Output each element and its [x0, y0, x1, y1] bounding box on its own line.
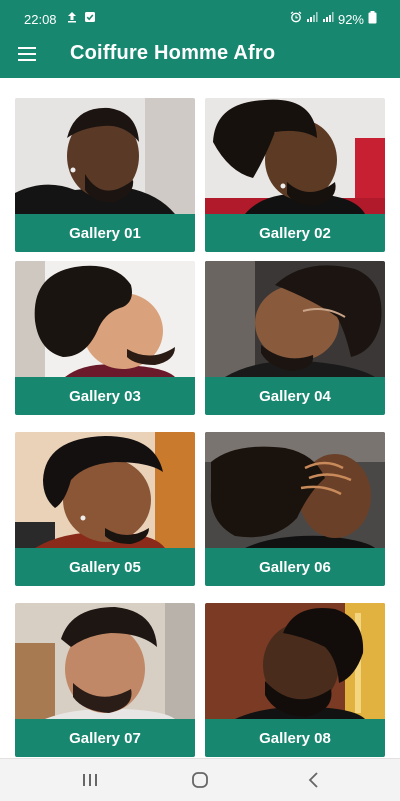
- app-bar: Coiffure Homme Afro: [0, 30, 400, 78]
- gallery-label: Gallery 03: [15, 377, 195, 415]
- gallery-04-image: [205, 261, 385, 377]
- gallery-02-image: [205, 98, 385, 214]
- recents-icon[interactable]: [78, 769, 102, 791]
- signal-icon: [306, 11, 318, 26]
- gallery-card-06[interactable]: Gallery 06: [205, 432, 385, 586]
- alarm-icon: [290, 11, 302, 26]
- gallery-grid: Gallery 01 Gallery 02 Gallery 03 Gallery…: [0, 78, 400, 758]
- upload-icon: [66, 11, 78, 26]
- gallery-label: Gallery 02: [205, 214, 385, 252]
- gallery-card-01[interactable]: Gallery 01: [15, 98, 195, 252]
- gallery-card-04[interactable]: Gallery 04: [205, 261, 385, 415]
- gallery-card-07[interactable]: Gallery 07: [15, 603, 195, 757]
- download-check-icon: [84, 11, 96, 26]
- gallery-label: Gallery 06: [205, 548, 385, 586]
- gallery-card-03[interactable]: Gallery 03: [15, 261, 195, 415]
- gallery-03-image: [15, 261, 195, 377]
- gallery-card-05[interactable]: Gallery 05: [15, 432, 195, 586]
- gallery-07-image: [15, 603, 195, 719]
- gallery-card-08[interactable]: Gallery 08: [205, 603, 385, 757]
- home-icon[interactable]: [188, 769, 212, 791]
- hamburger-menu-icon[interactable]: [14, 40, 42, 68]
- gallery-label: Gallery 05: [15, 548, 195, 586]
- gallery-06-image: [205, 432, 385, 548]
- gallery-01-image: [15, 98, 195, 214]
- battery-icon: [368, 11, 377, 27]
- back-icon[interactable]: [302, 769, 326, 791]
- system-navigation-bar: [0, 758, 400, 801]
- signal-icon-2: [322, 11, 334, 26]
- app-title: Coiffure Homme Afro: [70, 42, 276, 64]
- gallery-label: Gallery 08: [205, 719, 385, 757]
- gallery-05-image: [15, 432, 195, 548]
- status-bar: 22:08 92%: [0, 0, 400, 30]
- gallery-label: Gallery 01: [15, 214, 195, 252]
- gallery-card-02[interactable]: Gallery 02: [205, 98, 385, 252]
- battery-percentage: 92%: [337, 12, 364, 27]
- gallery-label: Gallery 04: [205, 377, 385, 415]
- status-time: 22:08: [24, 12, 57, 27]
- gallery-label: Gallery 07: [15, 719, 195, 757]
- gallery-08-image: [205, 603, 385, 719]
